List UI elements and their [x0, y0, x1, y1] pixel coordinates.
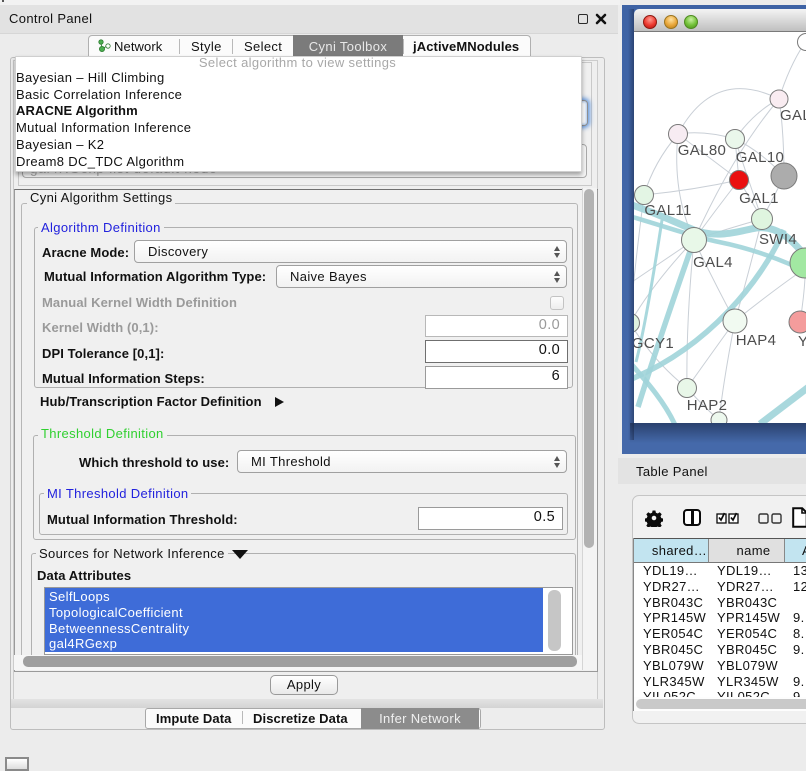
svg-text:Y: Y — [798, 333, 806, 350]
svg-text:GAL80: GAL80 — [678, 142, 726, 159]
svg-text:GAL4: GAL4 — [693, 254, 733, 271]
svg-text:GCY1: GCY1 — [634, 335, 674, 352]
svg-text:HAP4: HAP4 — [736, 332, 777, 349]
svg-text:GAL1: GAL1 — [739, 190, 779, 207]
svg-text:HAP2: HAP2 — [687, 397, 728, 414]
svg-text:SWI4: SWI4 — [759, 231, 797, 248]
svg-text:GAL11: GAL11 — [644, 202, 691, 219]
svg-text:GAL2: GAL2 — [780, 107, 806, 124]
svg-text:GAL10: GAL10 — [736, 149, 784, 166]
